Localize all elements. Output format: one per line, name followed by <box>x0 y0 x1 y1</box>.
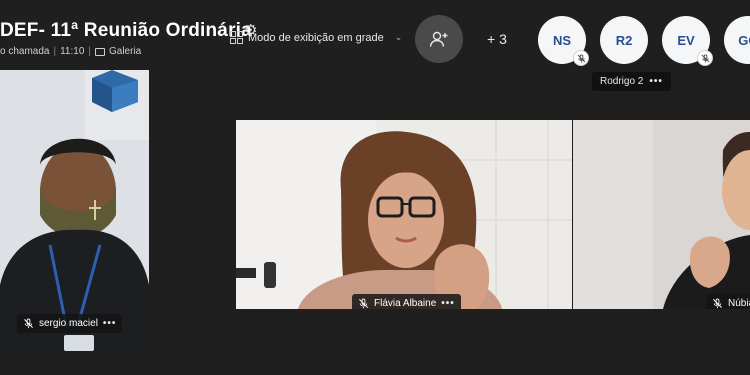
video-tile-nubia[interactable]: Núbia <box>573 120 750 309</box>
view-mode-dropdown[interactable]: Modo de exibição em grade ⌄ <box>230 31 402 44</box>
participant-avatar-gc[interactable]: GC <box>724 16 750 64</box>
participant-name: sergio maciel <box>39 318 98 329</box>
grid-view-icon <box>230 31 243 44</box>
meeting-meta: o chamada | 11:10 | Galeria <box>0 46 142 57</box>
add-person-icon <box>429 31 448 47</box>
avatar-initials: NS <box>552 32 572 48</box>
video-feed <box>573 120 750 309</box>
meeting-header: DEF- 11ª Reunião Ordinária ⚙ o chamada |… <box>0 0 750 70</box>
participant-name-tag: Núbia <box>706 294 750 309</box>
call-controls-bar <box>0 356 750 375</box>
call-time: 11:10 <box>60 46 85 57</box>
mic-off-icon <box>24 318 33 329</box>
participant-avatar-ev[interactable]: EV <box>662 16 713 66</box>
view-mode-label: Modo de exibição em grade <box>248 31 384 44</box>
call-label: o chamada <box>0 46 50 57</box>
participant-name-tag: Flávia Albaine ••• <box>352 294 461 309</box>
participant-avatar-ns[interactable]: NS <box>538 16 589 66</box>
participant-avatar-r2[interactable]: R2 <box>600 16 648 64</box>
participant-name: Flávia Albaine <box>374 298 437 309</box>
avatar-initials: EV <box>677 32 695 48</box>
gallery-icon <box>95 47 105 56</box>
more-icon[interactable]: ••• <box>441 298 455 309</box>
mic-off-icon <box>573 50 589 66</box>
more-icon[interactable]: ••• <box>103 318 117 329</box>
video-feed <box>236 120 572 309</box>
chevron-down-icon: ⌄ <box>394 32 403 42</box>
participant-name-tag: sergio maciel ••• <box>17 314 123 333</box>
more-icon[interactable]: ••• <box>649 76 663 87</box>
participant-name: Núbia <box>728 298 750 309</box>
mic-off-icon <box>697 50 713 66</box>
avatar-initials: GC <box>738 32 750 48</box>
participant-hover-card: Rodrigo 2 ••• <box>592 72 671 91</box>
gallery-label: Galeria <box>109 46 142 57</box>
hover-card-name: Rodrigo 2 <box>600 76 644 87</box>
video-tile-flavia-albaine[interactable]: Flávia Albaine ••• <box>236 120 572 309</box>
meeting-title: DEF- 11ª Reunião Ordinária <box>0 20 252 41</box>
mic-off-icon <box>713 298 722 309</box>
more-participants-button[interactable]: + 3 <box>487 31 507 47</box>
avatar-initials: R2 <box>615 32 633 48</box>
add-person-button[interactable] <box>415 15 463 63</box>
video-tile-sergio-maciel[interactable]: sergio maciel ••• <box>0 70 149 356</box>
mic-off-icon <box>359 298 368 309</box>
